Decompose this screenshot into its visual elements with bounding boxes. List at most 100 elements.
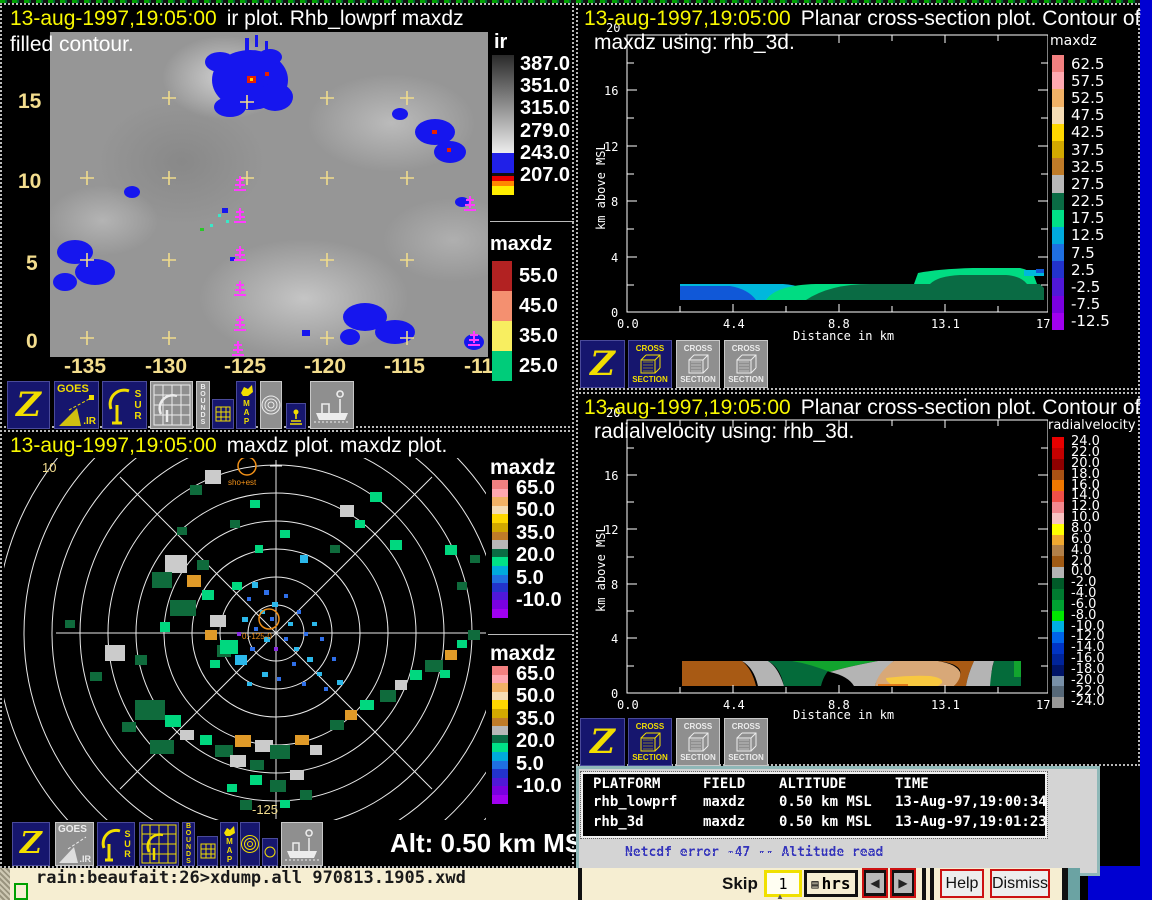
colorbar-row: 35.0 — [492, 321, 558, 351]
colorbar-row: -7.5 — [1052, 296, 1110, 313]
xsection-subtitle: maxdz using: rhb_3d. — [594, 31, 795, 55]
goes-ir-button[interactable]: GOES .IR — [54, 381, 99, 429]
colorbar-tick: 50.0 — [516, 686, 562, 706]
col-platform: PLATFORM — [593, 776, 660, 792]
map-button[interactable]: MAP — [236, 381, 256, 429]
radar-dish-icon — [107, 383, 133, 427]
time-forward-button[interactable]: ▶ — [890, 868, 916, 898]
radar-grid-button[interactable] — [139, 822, 179, 866]
azimuth-rings-button[interactable] — [240, 822, 260, 866]
section-label: SECTION — [632, 753, 668, 762]
colorbar-swatch — [1052, 89, 1064, 106]
maxdz-colorbar-label: maxdz — [490, 233, 552, 256]
colorbar-swatch — [492, 743, 508, 752]
grid-button[interactable] — [197, 836, 218, 866]
goes-ir-label: .IR — [83, 416, 96, 427]
ppi-toolbar: Z GOES .IR SUR — [2, 820, 576, 870]
ir-colorbar — [492, 55, 514, 195]
y-axis-label: km above MSL — [594, 525, 608, 612]
grid-button[interactable] — [212, 399, 234, 429]
colorbar-row: -2.5 — [1052, 278, 1110, 295]
radar-grid-button[interactable] — [150, 381, 193, 429]
circle-button[interactable] — [262, 838, 278, 866]
xtick: 0.0 — [617, 317, 639, 331]
cube-icon — [685, 731, 711, 753]
dismiss-button[interactable]: Dismiss — [990, 869, 1050, 898]
cross-section-button[interactable]: CROSS SECTION — [724, 340, 768, 388]
surface-radar-button[interactable]: SUR — [102, 381, 147, 429]
colorbar-swatch — [1052, 480, 1064, 491]
radialvelocity-cb-label: radialvelocity — [1048, 418, 1136, 433]
colorbar-tick: 55.0 — [519, 265, 558, 288]
netcdf-error-message: Netcdf error -47 -- Altitude read — [625, 845, 883, 860]
colorbar-swatch — [492, 761, 508, 770]
ytick: 16 — [604, 84, 618, 98]
help-button[interactable]: Help — [940, 869, 984, 898]
field-value: maxdz — [703, 814, 745, 830]
zebra-home-button[interactable]: Z — [12, 822, 50, 866]
colorbar-tick: 22.5 — [1071, 192, 1104, 210]
colorbar-swatch — [1052, 535, 1064, 546]
cube-icon — [685, 353, 711, 375]
colorbar-tick: -7.5 — [1071, 295, 1100, 313]
xtick: 13.1 — [931, 698, 960, 712]
status-row: rhb_3d maxdz 0.50 km MSL 13-Aug-97,19:01… — [583, 814, 1045, 834]
ship-button[interactable] — [281, 822, 323, 866]
cross-label: CROSS — [636, 722, 664, 731]
azimuth-rings-button[interactable] — [260, 381, 282, 429]
origin-label: 0:-125-0 — [242, 632, 272, 641]
colorbar-row: 27.5 — [1052, 175, 1110, 192]
map-label-lon: -125 — [252, 802, 278, 817]
zebra-home-button[interactable]: Z — [580, 340, 625, 388]
cross-section-button-active[interactable]: CROSS SECTION — [628, 718, 672, 766]
zebra-home-button[interactable]: Z — [580, 718, 625, 766]
section-label: SECTION — [632, 375, 668, 384]
bounds-button[interactable]: BOUNDS — [182, 822, 195, 866]
time-back-button[interactable]: ◀ — [862, 868, 888, 898]
goes-ir-label: .IR — [79, 854, 91, 864]
colorbar-tick: 17.5 — [1071, 209, 1104, 227]
radar-ppi[interactable] — [2, 432, 576, 822]
cross-label: CROSS — [732, 722, 760, 731]
cross-label: CROSS — [684, 344, 712, 353]
xtick: 17 — [1036, 698, 1050, 712]
title-text: Planar cross-section plot. Contour of — [801, 396, 1141, 419]
zebra-home-button[interactable]: Z — [7, 381, 50, 429]
ship-icon — [312, 387, 352, 423]
altitude-value: 0.50 km MSL — [779, 814, 872, 830]
maxdz-colorbar: 55.0 45.0 35.0 25.0 — [492, 261, 558, 381]
satellite-image[interactable] — [50, 32, 488, 357]
ppi-cb2 — [492, 666, 508, 804]
colorbar-swatch — [1052, 278, 1064, 295]
ppi-cb1 — [492, 480, 508, 618]
colorbar-row: 45.0 — [492, 291, 558, 321]
colorbar-tick: 50.0 — [516, 500, 562, 520]
map-button[interactable]: MAP — [220, 822, 238, 866]
cross-section-button-active[interactable]: CROSS SECTION — [628, 340, 672, 388]
colorbar-swatch — [1052, 545, 1064, 556]
cross-section-button[interactable]: CROSS SECTION — [676, 340, 720, 388]
cross-section-button[interactable]: CROSS SECTION — [724, 718, 768, 766]
ship-button[interactable] — [310, 381, 354, 429]
colorbar-swatch — [1052, 175, 1064, 192]
buoy-button[interactable] — [286, 403, 306, 429]
col-field: FIELD — [703, 776, 745, 792]
colorbar-row: 42.5 — [1052, 124, 1110, 141]
xsection-toolbar: Z CROSS SECTION CROSS SECTION CROSS — [578, 716, 1142, 768]
window-edge — [1068, 868, 1080, 900]
ppi-title: 13-aug-1997,19:05:00maxdz plot. maxdz pl… — [10, 434, 447, 458]
surface-radar-button[interactable]: SUR — [97, 822, 135, 866]
goes-ir-button[interactable]: GOES .IR — [55, 822, 94, 866]
cross-section-button[interactable]: CROSS SECTION — [676, 718, 720, 766]
terminal-command-line[interactable]: rain:beaufait:26>xdump.all 970813.1905.x… — [36, 868, 466, 888]
colorbar-tick: 45.0 — [519, 295, 558, 318]
colorbar-swatch — [492, 718, 508, 727]
separator — [930, 868, 934, 900]
hrs-units-button[interactable]: ▤ hrs — [804, 870, 858, 897]
colorbar-tick: 35.0 — [516, 523, 562, 543]
colorbar-tick: 2.5 — [1071, 261, 1095, 279]
bounds-button[interactable]: BOUNDS — [196, 381, 210, 429]
colorbar-swatch — [1052, 491, 1064, 502]
colorbar-tick: 20.0 — [516, 545, 562, 565]
colorbar-tick: 7.5 — [1071, 244, 1095, 262]
